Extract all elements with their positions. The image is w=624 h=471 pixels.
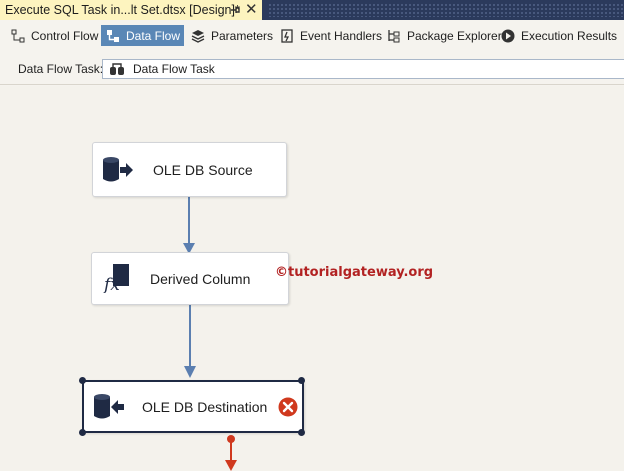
tab-label: Parameters	[211, 28, 274, 43]
data-path-arrow	[184, 366, 196, 378]
tab-label: Event Handlers	[300, 28, 383, 43]
document-tab[interactable]: Execute SQL Task in...lt Set.dtsx [Desig…	[0, 0, 262, 20]
error-icon[interactable]	[278, 397, 298, 417]
component-label: Derived Column	[150, 270, 251, 287]
derived-column-icon: fx	[102, 264, 129, 293]
error-output-anchor[interactable]	[227, 435, 235, 443]
component-label: OLE DB Source	[153, 161, 253, 178]
task-select-value: Data Flow Task	[133, 62, 215, 76]
data-flow-task-select[interactable]: Data Flow Task	[102, 59, 624, 79]
control-flow-icon	[11, 29, 25, 42]
package-explorer-icon	[388, 29, 400, 42]
data-flow-canvas[interactable]: OLE DB Source fx Derived Column OLE DB D…	[0, 86, 624, 471]
ole-db-destination-icon	[94, 394, 124, 419]
document-tab-title: Execute SQL Task in...lt Set.dtsx [Desig…	[5, 3, 240, 17]
ole-db-source-icon	[103, 157, 133, 182]
tab-label: Package Explorer	[407, 28, 502, 43]
execution-results-icon	[501, 29, 515, 42]
tab-event-handlers[interactable]: Event Handlers	[275, 25, 386, 46]
tab-execution-results[interactable]: Execution Results	[496, 25, 621, 46]
document-tab-strip: Execute SQL Task in...lt Set.dtsx [Desig…	[0, 0, 624, 20]
data-flow-task-icon	[110, 63, 124, 75]
watermark-text: ©tutorialgateway.org	[275, 265, 434, 280]
tab-strip-grip	[268, 3, 624, 17]
tab-control-flow[interactable]: Control Flow	[6, 25, 102, 46]
event-handlers-icon	[281, 28, 293, 43]
tab-label: Control Flow	[31, 28, 99, 43]
component-label: OLE DB Destination	[142, 398, 268, 415]
selection-handle[interactable]	[298, 429, 305, 436]
data-flow-icon	[107, 29, 119, 42]
task-selector-label: Data Flow Task:	[18, 62, 104, 76]
ole-db-destination-component[interactable]: OLE DB Destination	[82, 380, 304, 433]
ole-db-source-component[interactable]: OLE DB Source	[92, 142, 287, 197]
svg-text:fx: fx	[102, 275, 120, 293]
tab-data-flow[interactable]: Data Flow	[101, 25, 185, 46]
error-path-arrow	[225, 460, 237, 471]
close-icon[interactable]: ✕	[245, 1, 258, 19]
pin-icon[interactable]	[228, 3, 242, 17]
selection-handle[interactable]	[79, 429, 86, 436]
tab-parameters[interactable]: Parameters	[186, 25, 277, 46]
selection-handle[interactable]	[79, 377, 86, 384]
selection-handle[interactable]	[298, 377, 305, 384]
parameters-icon	[191, 29, 205, 43]
designer-tabs-toolbar: Control Flow Data Flow Parameters Event …	[0, 20, 624, 51]
task-selector-row: Data Flow Task: Data Flow Task	[0, 51, 624, 85]
derived-column-component[interactable]: fx Derived Column	[91, 252, 289, 305]
tab-package-explorer[interactable]: Package Explorer	[382, 25, 506, 46]
tab-label: Data Flow	[126, 28, 181, 43]
tab-label: Execution Results	[521, 28, 618, 43]
